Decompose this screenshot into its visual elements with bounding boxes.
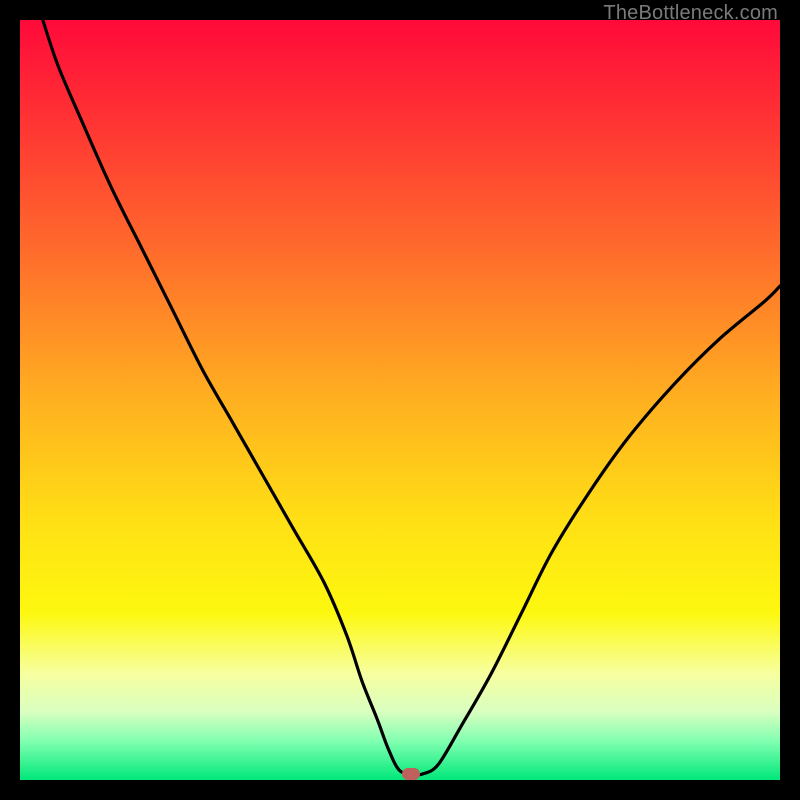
- curve-layer: [20, 20, 780, 780]
- bottleneck-curve: [43, 20, 780, 775]
- chart-stage: TheBottleneck.com: [0, 0, 800, 800]
- watermark-text: TheBottleneck.com: [603, 2, 778, 25]
- optimum-marker: [402, 768, 420, 780]
- plot-area: [20, 20, 780, 780]
